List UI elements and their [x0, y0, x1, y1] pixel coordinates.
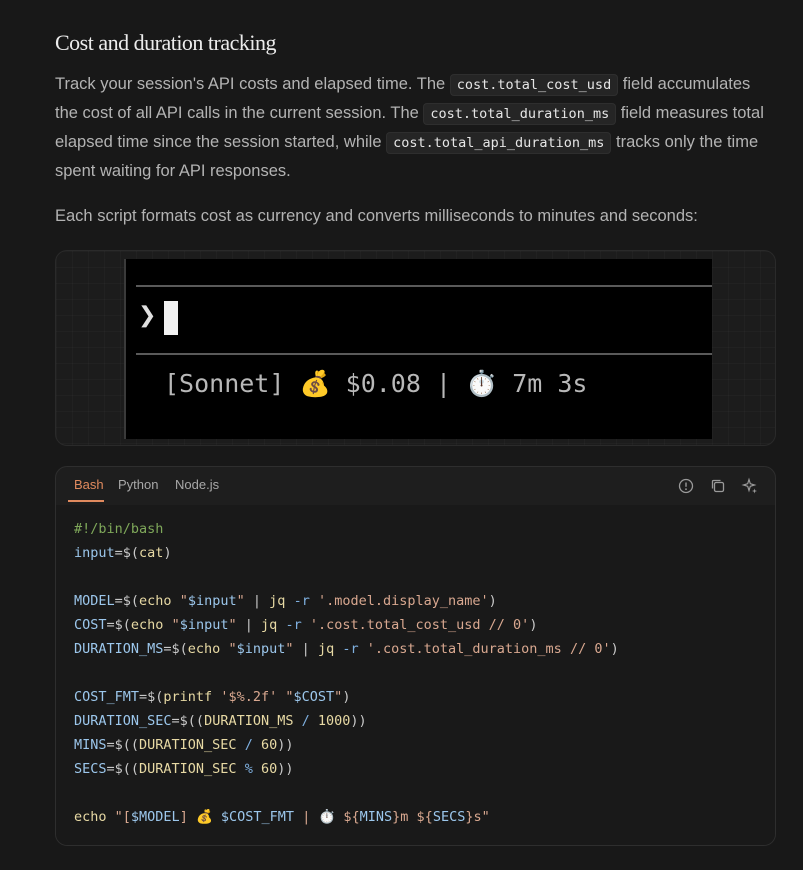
code-content[interactable]: #!/bin/bash input=$(cat) MODEL=$(echo "$… [56, 505, 775, 845]
code-line: COST=$(echo "$input" | jq -r '.cost.tota… [74, 617, 538, 633]
tab-nodejs[interactable]: Node.js [175, 477, 219, 492]
code-line: MINS=$((DURATION_SEC / 60)) [74, 737, 294, 753]
terminal-divider-top [136, 285, 712, 287]
code-line: input=$(cat) [74, 545, 172, 561]
tab-python[interactable]: Python [118, 477, 158, 492]
code-line: DURATION_MS=$(echo "$input" | jq -r '.co… [74, 641, 619, 657]
terminal-cursor [164, 301, 178, 335]
code-line: MODEL=$(echo "$input" | jq -r '.model.di… [74, 593, 497, 609]
code-line: #!/bin/bash [74, 521, 164, 537]
code-line: echo "[$MODEL] 💰 $COST_FMT | ⏱️ ${MINS}m… [74, 809, 490, 825]
tab-bash[interactable]: Bash [74, 477, 104, 492]
inline-code-api-duration: cost.total_api_duration_ms [386, 132, 612, 154]
status-line: [Sonnet] 💰 $0.08 | ⏱️ 7m 3s [164, 369, 588, 398]
sparkle-icon[interactable] [741, 477, 759, 495]
prompt-chevron-icon: ❯ [138, 303, 157, 328]
code-line: COST_FMT=$(printf '$%.2f' "$COST") [74, 689, 351, 705]
script-format-description: Each script formats cost as currency and… [55, 207, 698, 225]
inline-code-total-cost: cost.total_cost_usd [449, 74, 619, 96]
desc-text-1: Track your session's API costs and elaps… [55, 75, 450, 93]
cost-duration-description: Track your session's API costs and elaps… [55, 70, 775, 185]
terminal-divider-bottom [136, 353, 712, 355]
active-tab-indicator [68, 500, 104, 502]
code-line: SECS=$((DURATION_SEC % 60)) [74, 761, 294, 777]
terminal-preview-card: ❯ [Sonnet] 💰 $0.08 | ⏱️ 7m 3s [55, 250, 776, 446]
inline-code-total-duration: cost.total_duration_ms [423, 103, 617, 125]
language-tabs: Bash Python Node.js [56, 467, 775, 503]
code-block-card: Bash Python Node.js #!/bin/bash input=$(… [55, 466, 776, 846]
section-heading: Cost and duration tracking [55, 30, 277, 55]
code-line: DURATION_SEC=$((DURATION_MS / 1000)) [74, 713, 367, 729]
info-icon[interactable] [677, 477, 695, 495]
terminal-window: ❯ [Sonnet] 💰 $0.08 | ⏱️ 7m 3s [124, 259, 712, 439]
copy-icon[interactable] [709, 477, 727, 495]
